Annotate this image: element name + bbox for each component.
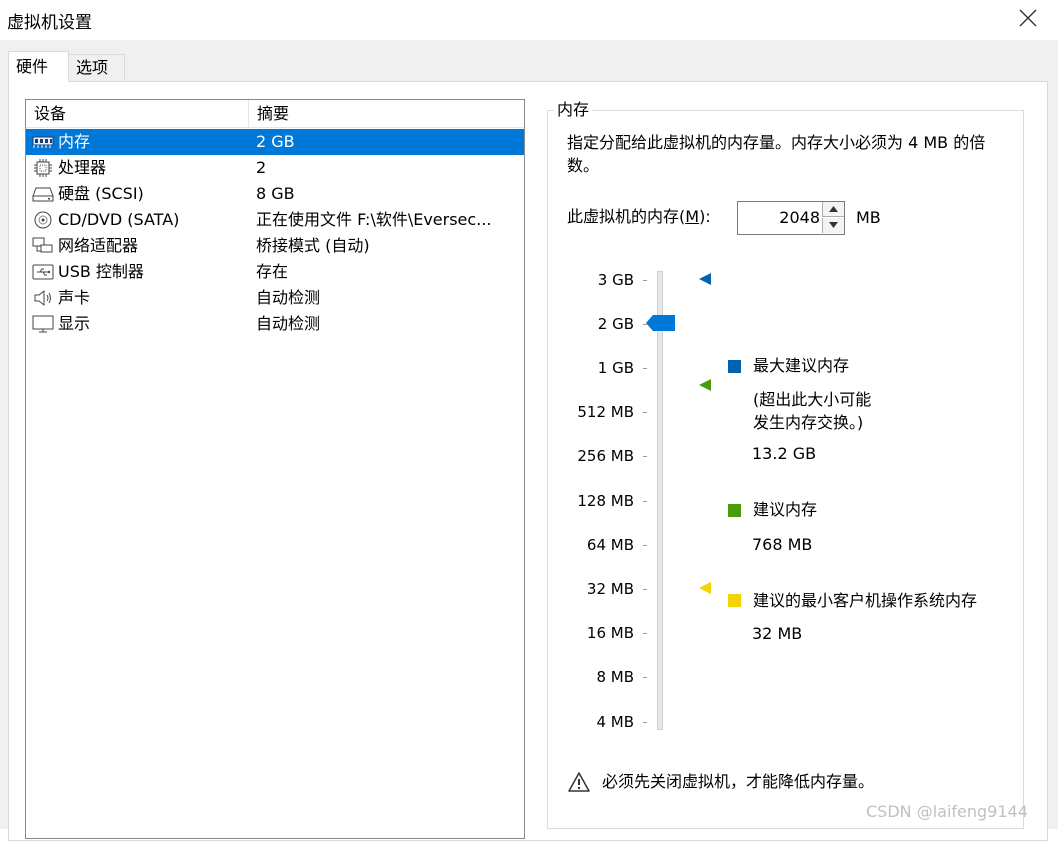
display-icon (32, 315, 54, 333)
scale-label: 8 MB (596, 668, 634, 686)
device-row-hard-disk[interactable]: 硬盘 (SCSI) 8 GB (26, 181, 524, 207)
scale-tick (643, 456, 647, 457)
device-name: CD/DVD (SATA) (58, 210, 180, 229)
memory-slider-track[interactable] (657, 271, 663, 730)
device-name: 网络适配器 (58, 236, 139, 255)
device-summary: 存在 (256, 262, 289, 281)
scale-tick (643, 368, 647, 369)
warning-icon (568, 772, 590, 792)
minimum-swatch (728, 594, 741, 607)
max-recommended-note-line2: 发生内存交换。) (753, 413, 864, 432)
memory-description: 指定分配给此虚拟机的内存量。内存大小必须为 4 MB 的倍数。 (567, 133, 986, 175)
cpu-icon (34, 159, 52, 177)
chevron-down-icon (829, 222, 838, 228)
device-row-network-adapter[interactable]: 网络适配器 桥接模式 (自动) (26, 233, 524, 259)
memory-label: 此虚拟机的内存(M): (567, 206, 711, 228)
device-list[interactable]: 设备 摘要 内存 2 GB 处理器 2 硬盘 (SCSI) 8 GB CD/DV… (25, 99, 525, 839)
scale-label: 2 GB (597, 315, 634, 333)
cd-icon (34, 211, 52, 229)
minimum-title: 建议的最小客户机操作系统内存 (753, 591, 978, 610)
max-recommended-swatch (728, 360, 741, 373)
memory-group-title: 内存 (554, 99, 593, 121)
device-row-usb-controller[interactable]: USB 控制器 存在 (26, 259, 524, 285)
window-title: 虚拟机设置 (7, 13, 92, 33)
device-summary: 自动检测 (256, 288, 321, 307)
disk-icon (32, 187, 54, 202)
scale-label: 4 MB (596, 713, 634, 731)
scale-tick (643, 722, 647, 723)
device-name: 内存 (58, 132, 91, 151)
chevron-up-icon (829, 206, 838, 212)
memory-label-text: 此虚拟机的内存( (567, 207, 686, 226)
scale-tick (643, 545, 647, 546)
memory-slider-thumb[interactable] (646, 315, 675, 331)
max-recommended-marker-icon (699, 273, 711, 285)
device-row-memory[interactable]: 内存 2 GB (26, 129, 524, 155)
device-summary: 正在使用文件 F:\软件\Eversec... (256, 210, 492, 229)
warning-text: 必须先关闭虚拟机，才能降低内存量。 (602, 772, 875, 791)
recommended-value: 768 MB (752, 535, 813, 554)
device-summary: 8 GB (256, 184, 295, 203)
max-recommended-note-line1: (超出此大小可能 (753, 390, 872, 409)
tab-options[interactable]: 选项 (68, 54, 125, 81)
scale-label: 3 GB (597, 271, 634, 289)
scale-label: 16 MB (586, 624, 634, 642)
device-row-cd-dvd[interactable]: CD/DVD (SATA) 正在使用文件 F:\软件\Eversec... (26, 207, 524, 233)
column-header-summary[interactable]: 摘要 (249, 100, 524, 128)
sound-icon (34, 289, 51, 307)
memory-unit: MB (856, 208, 881, 227)
scale-tick (643, 633, 647, 634)
usb-icon (32, 264, 54, 280)
device-summary: 桥接模式 (自动) (256, 236, 370, 255)
scale-tick (643, 677, 647, 678)
scale-label: 32 MB (586, 580, 634, 598)
tab-hardware[interactable]: 硬件 (8, 51, 69, 82)
device-row-sound-card[interactable]: 声卡 自动检测 (26, 285, 524, 311)
device-row-processor[interactable]: 处理器 2 (26, 155, 524, 181)
device-name: USB 控制器 (58, 262, 144, 281)
max-recommended-value: 13.2 GB (752, 444, 817, 463)
close-icon (1019, 9, 1037, 27)
minimum-marker-icon (699, 582, 711, 594)
max-recommended-title: 最大建议内存 (753, 356, 850, 375)
minimum-value: 32 MB (752, 624, 803, 643)
memory-label-accesskey: M (685, 207, 700, 226)
spin-down-button[interactable] (822, 218, 844, 233)
recommended-marker-icon (699, 379, 711, 391)
close-button[interactable] (1010, 0, 1048, 38)
spin-up-button[interactable] (822, 202, 844, 217)
watermark: CSDN @laifeng9144 (866, 802, 1028, 821)
scale-label: 256 MB (577, 447, 634, 465)
device-summary: 2 (256, 158, 267, 177)
title-bar: 虚拟机设置 (0, 0, 1058, 40)
scale-tick (643, 412, 647, 413)
memory-spinbox[interactable] (737, 201, 845, 235)
device-summary: 2 GB (256, 132, 295, 151)
scale-tick (643, 589, 647, 590)
scale-tick (643, 280, 647, 281)
recommended-title: 建议内存 (753, 500, 818, 519)
device-summary: 自动检测 (256, 314, 321, 333)
scale-label: 64 MB (586, 536, 634, 554)
device-name: 处理器 (58, 158, 107, 177)
scale-label: 128 MB (577, 492, 634, 510)
scale-tick (643, 501, 647, 502)
max-recommended-note: (超出此大小可能 发生内存交换。) (753, 388, 871, 434)
memory-label-suffix: ): (699, 207, 711, 226)
device-name: 声卡 (58, 288, 91, 307)
device-name: 显示 (58, 314, 91, 333)
window-edge (1050, 40, 1058, 829)
column-header-device[interactable]: 设备 (26, 100, 249, 128)
memory-input[interactable] (740, 206, 820, 228)
memory-icon (32, 136, 54, 148)
scale-label: 512 MB (577, 403, 634, 421)
recommended-swatch (728, 504, 741, 517)
device-row-display[interactable]: 显示 自动检测 (26, 311, 524, 337)
network-icon (32, 237, 53, 253)
device-name: 硬盘 (SCSI) (58, 184, 144, 203)
scale-label: 1 GB (597, 359, 634, 377)
